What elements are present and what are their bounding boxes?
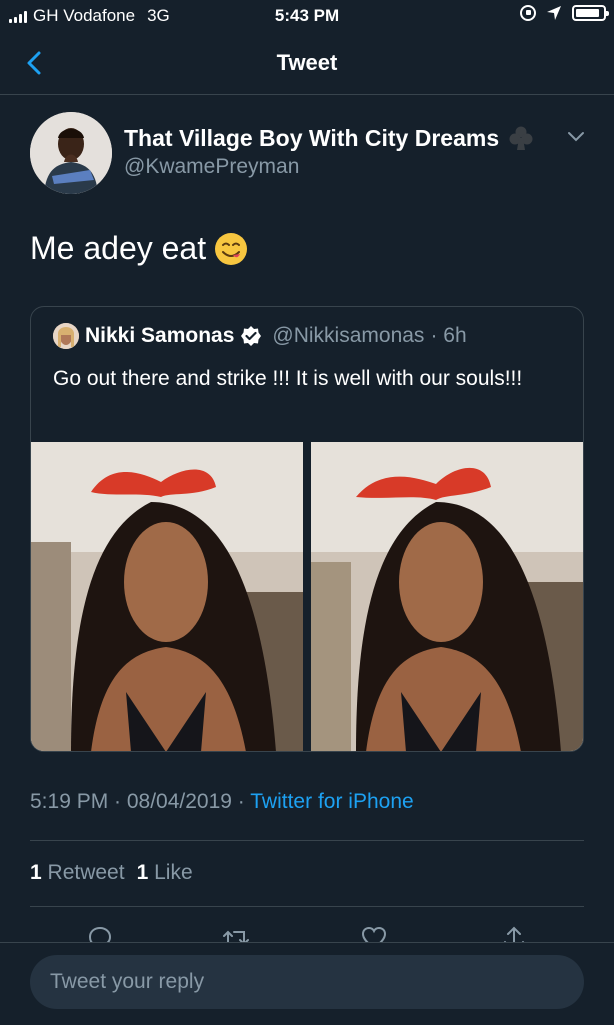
user-name-text: That Village Boy With City Dreams [124, 124, 500, 151]
tweet-timestamp: 5:19 PM · 08/04/2019 · [30, 790, 251, 813]
club-suit-icon [509, 126, 533, 150]
tweet-text-content: Me adey eat [30, 230, 207, 266]
status-bar-right [520, 5, 609, 21]
rotation-lock-icon [520, 5, 536, 21]
avatar-photo [30, 112, 112, 194]
page-title: Tweet [276, 50, 338, 75]
user-name[interactable]: That Village Boy With City Dreams [124, 124, 535, 152]
likes-count: 1 [136, 861, 149, 884]
battery-icon [572, 5, 609, 21]
quoted-time: · 6h [430, 324, 467, 347]
retweets-label: Retweet [47, 861, 125, 884]
tweet-text: Me adey eat [30, 230, 248, 267]
battery-level [576, 9, 600, 17]
retweets-stat[interactable]: 1 Retweet [30, 861, 125, 885]
like-icon[interactable] [360, 924, 388, 942]
divider [30, 906, 584, 907]
nav-bar: Tweet [0, 32, 614, 95]
tweet-source-link[interactable]: Twitter for iPhone [250, 790, 413, 813]
quoted-tweet[interactable]: Nikki Samonas @Nikkisamonas · 6h Go out … [30, 306, 584, 752]
user-handle[interactable]: @KwamePreyman [124, 155, 299, 179]
quoted-user-name: Nikki Samonas [85, 324, 235, 347]
reply-input[interactable] [30, 955, 584, 1009]
share-icon[interactable] [500, 924, 528, 942]
retweets-count: 1 [30, 861, 42, 884]
reply-bar [0, 942, 614, 1025]
quoted-handle: @Nikkisamonas [272, 324, 425, 347]
quoted-image-2[interactable] [311, 442, 583, 751]
yum-face-emoji [215, 232, 248, 265]
likes-label: Like [154, 861, 193, 884]
divider [30, 840, 584, 841]
avatar[interactable] [30, 112, 112, 194]
tweet-meta: 5:19 PM · 08/04/2019 · Twitter for iPhon… [30, 790, 414, 814]
status-bar: GH Vodafone 3G 5:43 PM [0, 0, 614, 32]
verified-badge-icon [241, 326, 262, 346]
quoted-avatar [53, 323, 79, 349]
tweet-actions [0, 920, 614, 942]
quoted-image-1[interactable] [31, 442, 303, 751]
reply-icon[interactable] [86, 924, 114, 942]
chevron-down-icon[interactable] [566, 130, 586, 144]
quoted-text: Go out there and strike !!! It is well w… [53, 367, 523, 390]
location-icon [547, 6, 561, 20]
quoted-tweet-header: Nikki Samonas @Nikkisamonas · 6h [53, 323, 467, 349]
likes-stat[interactable]: 1 Like [137, 861, 193, 885]
tweet-stats: 1 Retweet 1 Like [30, 861, 193, 885]
retweet-icon[interactable] [222, 924, 250, 942]
